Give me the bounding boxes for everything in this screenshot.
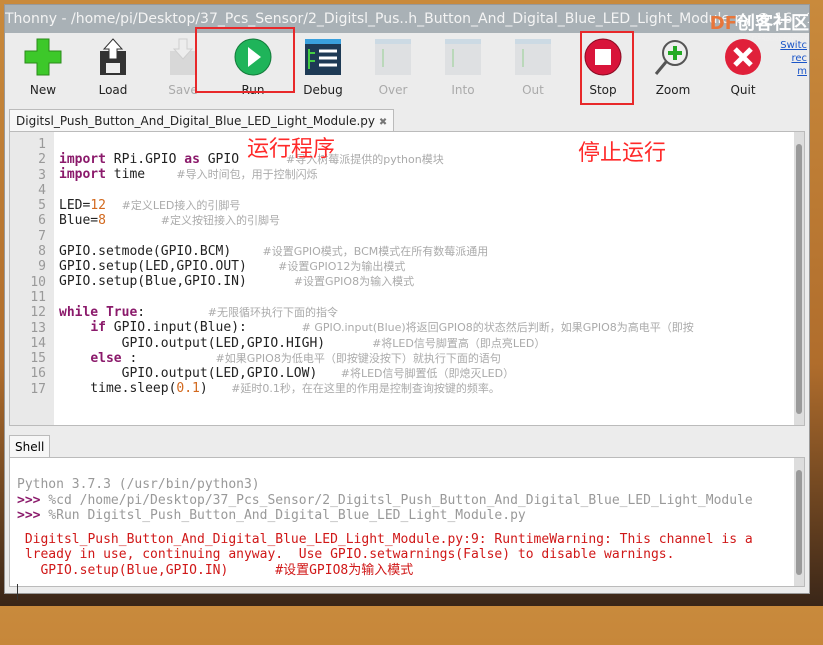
- button-label: Into: [451, 83, 475, 97]
- editor-scrollbar[interactable]: [794, 132, 804, 425]
- title-bar: Thonny - /home/pi/Desktop/37_Pcs_Sensor/…: [5, 5, 809, 33]
- quit-button[interactable]: Quit: [713, 37, 773, 97]
- line-number: 3: [38, 167, 46, 183]
- line-number: 12: [30, 305, 46, 321]
- line-number: 6: [38, 213, 46, 229]
- switch-mode-link[interactable]: Switc rec m: [780, 39, 807, 78]
- line-number: 13: [30, 320, 46, 336]
- plus-icon: [23, 37, 63, 77]
- shell-command: %Run Digitsl_Push_Button_And_Digital_Blu…: [40, 508, 526, 523]
- line-number: 2: [38, 152, 46, 168]
- shell-console[interactable]: Python 3.7.3 (/usr/bin/python3) >>> %cd /…: [9, 457, 805, 600]
- debug-button[interactable]: Debug: [293, 37, 353, 97]
- over-button[interactable]: Over: [363, 37, 423, 97]
- debug-icon: [303, 37, 343, 77]
- button-label: Quit: [730, 83, 756, 97]
- line-number: 5: [38, 198, 46, 214]
- annotation-run: 运行程序: [247, 137, 336, 162]
- close-tab-icon[interactable]: ✖: [379, 117, 387, 128]
- shell-cursor: [17, 584, 18, 600]
- shell-error: lready in use, continuing anyway. Use GP…: [17, 547, 675, 562]
- tab-shell[interactable]: Shell: [9, 435, 51, 457]
- line-number: 4: [38, 182, 46, 198]
- button-label: Debug: [303, 83, 343, 97]
- quit-icon: [723, 37, 763, 77]
- switch-link-line[interactable]: Switc: [780, 39, 807, 52]
- line-numbers: 1 2 3 4 5 6 7 8 9 10 11 12 13 14 15 16 17: [10, 132, 54, 425]
- toolbar: New Load Save Run Debug Over Into Out Stop Zoom Qu…: [5, 33, 809, 105]
- line-number: 16: [30, 366, 46, 382]
- shell-scrollbar[interactable]: [794, 458, 804, 586]
- step-into-icon: [443, 37, 483, 77]
- load-icon: [93, 37, 133, 77]
- line-number: 15: [30, 351, 46, 367]
- button-label: New: [29, 83, 57, 97]
- button-label: Zoom: [655, 83, 691, 97]
- highlight-box: [195, 27, 295, 93]
- into-button[interactable]: Into: [433, 37, 493, 97]
- zoom-icon: [653, 37, 693, 77]
- step-out-icon: [513, 37, 553, 77]
- code-editor[interactable]: 1 2 3 4 5 6 7 8 9 10 11 12 13 14 15 16 17 import RPi.GPI…: [9, 131, 805, 426]
- shell-error: Digitsl_Push_Button_And_Digital_Blue_LED…: [17, 531, 753, 547]
- line-number: 9: [38, 259, 46, 275]
- line-number: 10: [30, 274, 46, 290]
- new-button[interactable]: New: [13, 37, 73, 97]
- line-number: 14: [30, 335, 46, 351]
- tab-editor-file[interactable]: Digitsl_Push_Button_And_Digital_Blue_LED…: [9, 109, 395, 131]
- shell-command: %cd /home/pi/Desktop/37_Pcs_Sensor/2_Dig…: [40, 492, 753, 508]
- load-button[interactable]: Load: [83, 37, 143, 97]
- switch-link-line[interactable]: rec: [780, 52, 807, 65]
- line-number: 7: [38, 228, 46, 244]
- scrollbar-thumb[interactable]: [796, 470, 802, 575]
- switch-link-line[interactable]: m: [780, 65, 807, 78]
- scrollbar-thumb[interactable]: [796, 144, 802, 414]
- line-number: 8: [38, 244, 46, 260]
- button-label: Over: [378, 83, 408, 97]
- shell-error: GPIO.setup(Blue,GPIO.IN) #设置GPIO8为输入模式: [17, 562, 414, 578]
- annotation-stop: 停止运行: [578, 141, 667, 166]
- out-button[interactable]: Out: [503, 37, 563, 97]
- button-label: Out: [522, 83, 544, 97]
- code-text[interactable]: import RPi.GPIO as GPIO #导入树莓派提供的python模…: [59, 137, 694, 442]
- highlight-box: [580, 31, 634, 105]
- tab-label: Digitsl_Push_Button_And_Digital_Blue_LED…: [16, 114, 376, 128]
- thonny-window: Thonny - /home/pi/Desktop/37_Pcs_Sensor/…: [4, 4, 810, 600]
- shell-prompt: >>>: [17, 508, 41, 523]
- shell-prompt: >>>: [17, 492, 41, 508]
- line-number: 17: [30, 381, 46, 397]
- step-over-icon: [373, 37, 413, 77]
- line-number: 1: [38, 137, 46, 152]
- zoom-button[interactable]: Zoom: [643, 37, 703, 97]
- line-number: 11: [30, 289, 46, 305]
- button-label: Load: [98, 83, 128, 97]
- shell-version: Python 3.7.3 (/usr/bin/python3): [17, 477, 260, 492]
